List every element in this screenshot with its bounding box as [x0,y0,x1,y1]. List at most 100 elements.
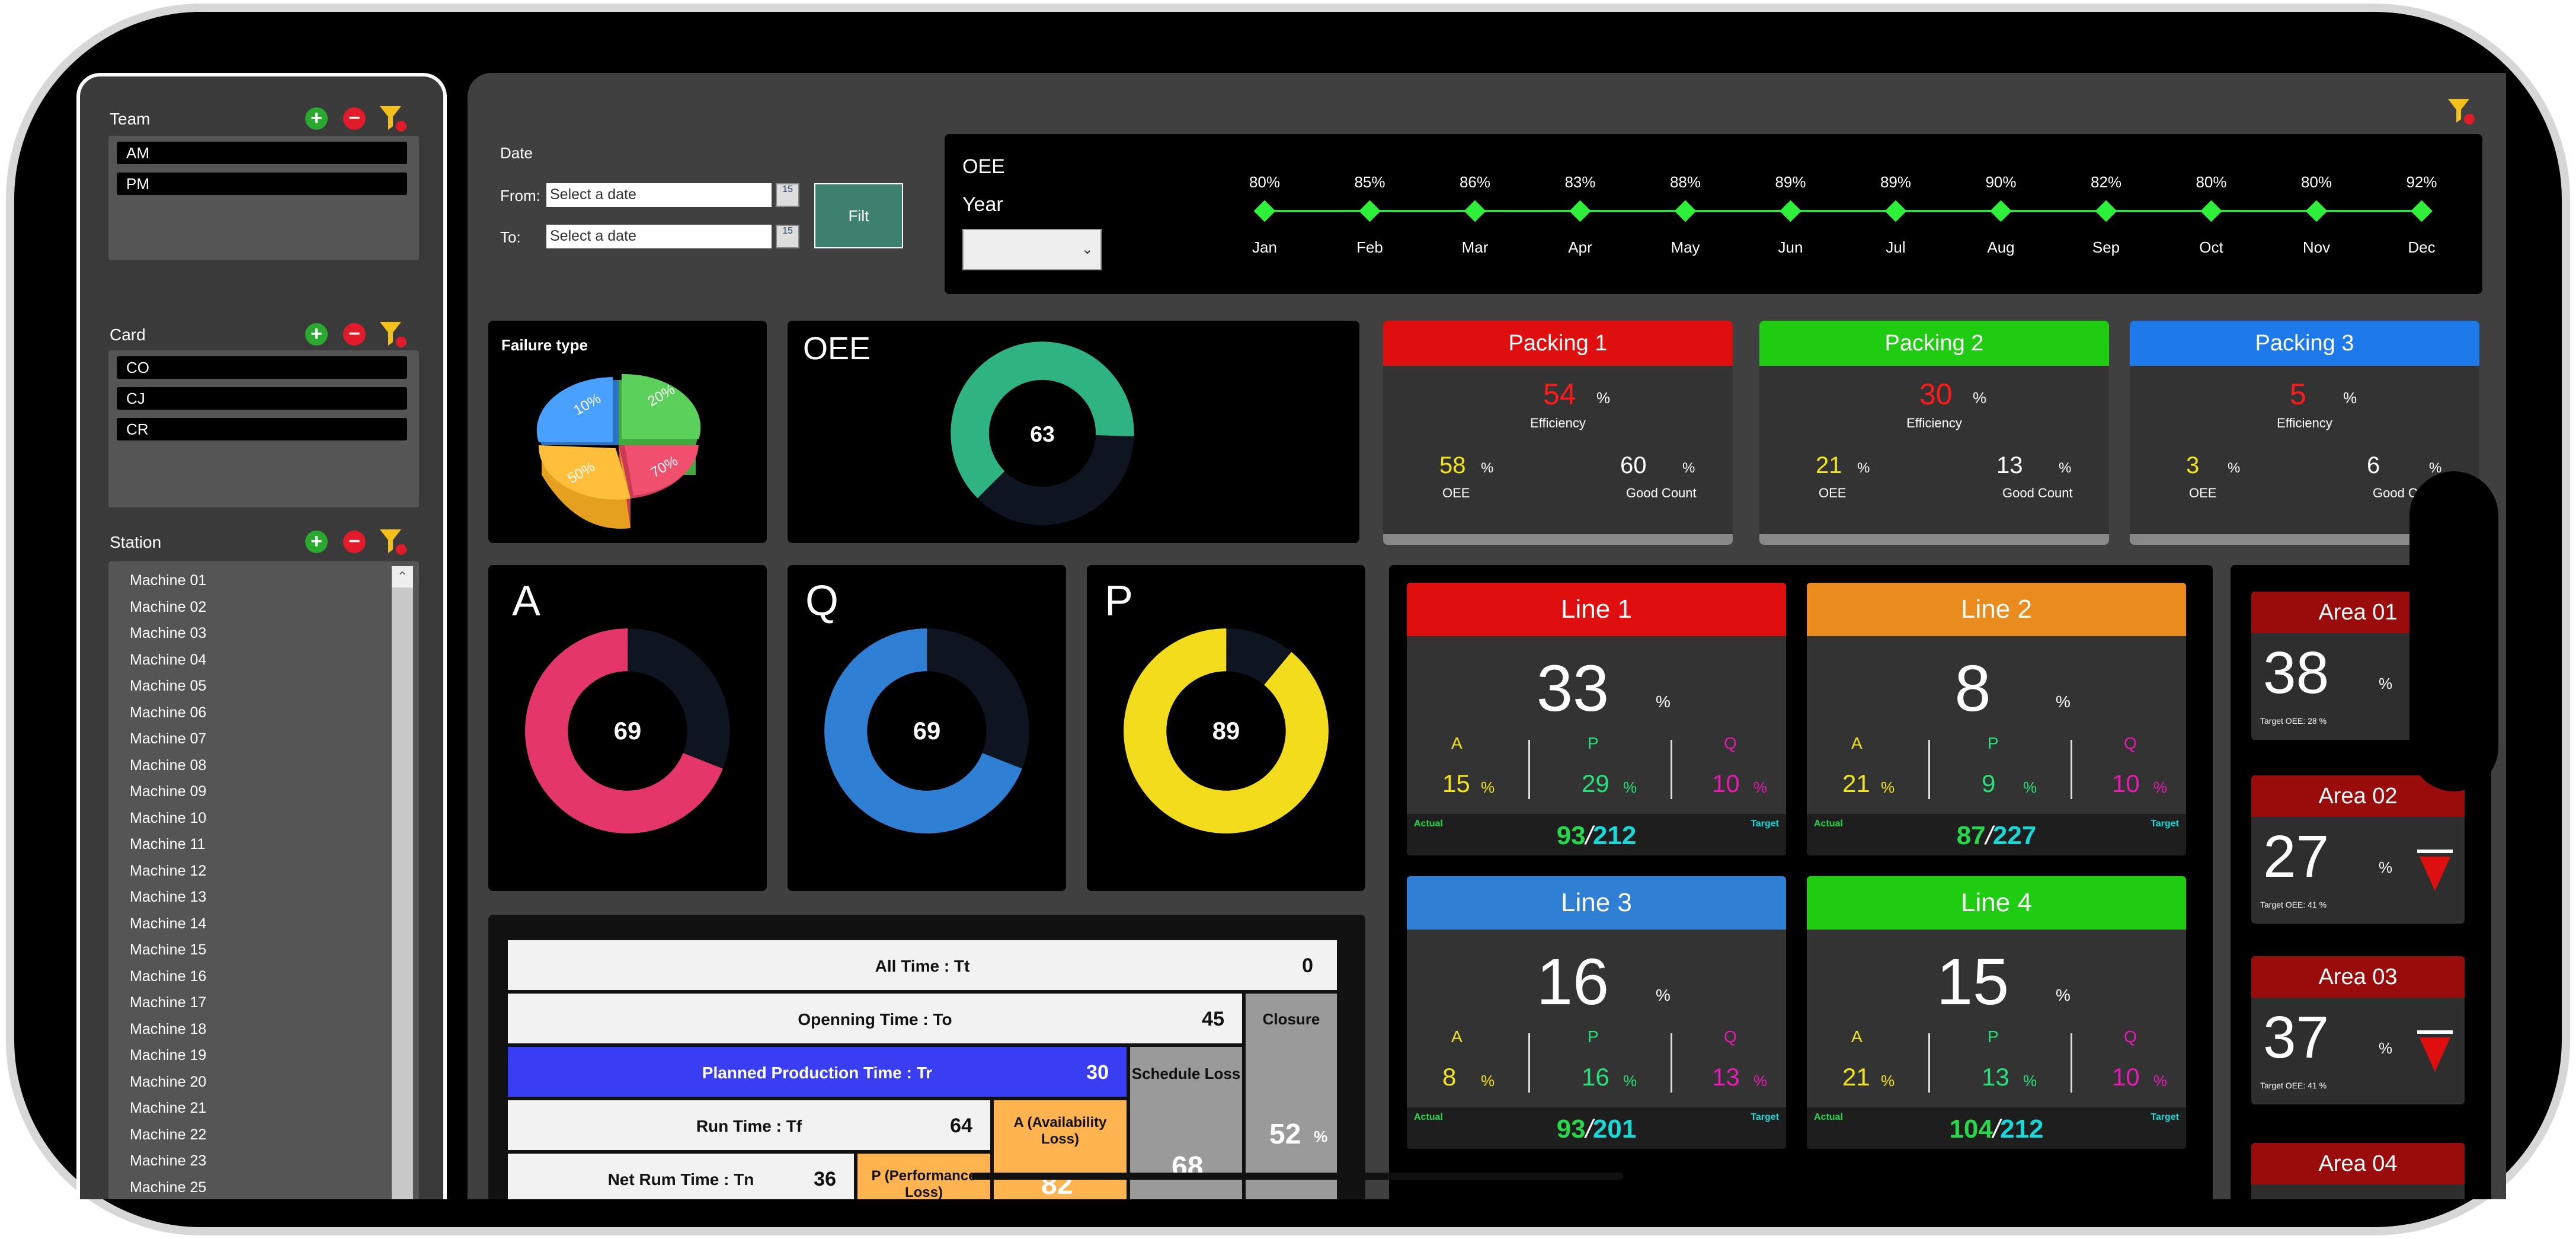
opening-time-bar: Openning Time : To 45 [506,992,1244,1045]
station-filter-icon[interactable] [379,528,407,555]
trend-value-label: 89% [1880,173,1911,191]
packing-good-label: Good Count [2002,486,2073,500]
line-card[interactable]: Line 2 8 % A P Q 21 % 9 % 10 % Actual Ta… [1807,583,2186,855]
station-scrollbar[interactable]: ⌃ [392,566,413,1199]
to-label: To: [500,228,521,246]
line-q-value: 10 [1712,769,1740,797]
station-item[interactable]: Machine 15 [130,941,206,959]
station-item[interactable]: Machine 07 [130,730,206,748]
station-item[interactable]: Machine 06 [130,704,206,721]
line-pct: % [1481,778,1495,796]
home-indicator[interactable] [971,1173,1623,1180]
card-add-button[interactable]: + [305,323,328,346]
station-item[interactable]: Machine 22 [130,1126,206,1144]
from-date-input[interactable]: Select a date [546,183,772,207]
year-select[interactable]: ⌄ [962,229,1102,270]
trend-down-icon [2417,1030,2453,1072]
from-calendar-icon[interactable]: 15 [776,183,799,207]
station-item[interactable]: Machine 25 [130,1179,206,1196]
station-item[interactable]: Machine 05 [130,678,206,695]
team-item-am[interactable]: AM [117,142,407,164]
team-add-button[interactable]: + [305,107,328,130]
card-item-cj[interactable]: CJ [117,387,407,410]
line-pct: % [1753,778,1768,796]
area-oee-value: 27 [2263,823,2329,890]
filter-button[interactable]: Filt [814,183,903,248]
trend-value-label: 92% [2406,173,2437,191]
line-p-value: 9 [1982,769,1996,797]
station-add-button[interactable]: + [305,531,328,553]
all-time-bar: All Time : Tt 0 [506,938,1339,992]
failure-type-panel: Failure type 10% 20% 50% 70% [488,321,767,543]
station-item[interactable]: Machine 01 [130,572,206,589]
line-card[interactable]: Line 3 16 % A P Q 8 % 16 % 13 % Actual T… [1407,876,1786,1149]
station-item[interactable]: Machine 10 [130,810,206,827]
closure-pct: % [1314,1128,1328,1145]
trend-value-label: 83% [1564,173,1595,191]
station-item[interactable]: Machine 16 [130,968,206,985]
trend-point [2305,200,2328,222]
card-item-cr[interactable]: CR [117,418,407,440]
station-item[interactable]: Machine 20 [130,1074,206,1091]
trend-value-label: 89% [1775,173,1806,191]
team-remove-button[interactable]: − [343,107,366,130]
station-item[interactable]: Machine 11 [130,836,205,853]
a-donut-panel: A 69 [488,565,767,891]
station-item[interactable]: Machine 09 [130,783,206,800]
station-item[interactable]: Machine 03 [130,625,206,642]
line-oee-value: 15 [1936,946,2009,1018]
trend-point [2095,200,2117,222]
packing-pct: % [1973,389,1987,407]
divider [1928,1033,1930,1093]
line-title: Line 1 [1407,583,1786,636]
card-list: CO CJ CR [108,350,419,507]
station-remove-button[interactable]: − [343,531,366,553]
to-calendar-icon[interactable]: 15 [776,225,799,248]
line-card[interactable]: Line 1 33 % A P Q 15 % 29 % 10 % Actual … [1407,583,1786,855]
line-pct: % [1623,778,1637,796]
closure-label: Closure [1262,1010,1320,1028]
line-actual-value: 87 [1956,821,1986,850]
main-filter-icon[interactable] [2447,98,2475,125]
packing-oee-label: OEE [1442,486,1470,500]
p-donut-chart: 89 [1124,628,1329,834]
pie-slice-20 [622,373,701,439]
station-item[interactable]: Machine 13 [130,889,206,906]
divider [1928,740,1930,799]
line-card[interactable]: Line 4 15 % A P Q 21 % 13 % 10 % Actual … [1807,876,2186,1149]
team-filter-icon[interactable] [379,105,407,132]
packing-pct: % [2059,460,2072,476]
station-item[interactable]: Machine 04 [130,652,206,669]
to-date-input[interactable]: Select a date [546,225,772,248]
station-item[interactable]: Machine 21 [130,1100,206,1117]
area-card[interactable]: Area 04 % [2251,1143,2465,1199]
station-item[interactable]: Machine 02 [130,599,206,616]
area-card[interactable]: Area 02 27 % Target OEE: 41 % [2251,775,2465,924]
donut-value: 89 [1212,717,1240,745]
station-item[interactable]: Machine 18 [130,1021,206,1038]
card-item-co[interactable]: CO [117,356,407,379]
packing-card[interactable]: Packing 1 54 % Efficiency 58 % OEE 60 % … [1383,321,1733,545]
line-pct: % [1753,1072,1768,1090]
line-target-value: 227 [1992,821,2037,850]
packing-card[interactable]: Packing 2 30 % Efficiency 21 % OEE 13 % … [1759,321,2109,545]
area-card[interactable]: Area 03 37 % Target OEE: 41 % [2251,956,2465,1104]
packing-pct: % [1682,460,1695,476]
opening-time-label: Openning Time : To [798,1010,952,1029]
packing-efficiency-label: Efficiency [1906,416,1962,430]
line-pct: % [1656,692,1671,711]
scroll-up-icon[interactable]: ⌃ [392,566,413,587]
station-item[interactable]: Machine 19 [130,1047,206,1064]
station-item[interactable]: Machine 08 [130,757,206,774]
card-remove-button[interactable]: − [343,323,366,346]
trend-point [1780,200,1801,222]
station-item[interactable]: Machine 17 [130,994,206,1011]
team-item-pm[interactable]: PM [117,173,407,195]
station-item[interactable]: Machine 12 [130,863,206,880]
line-p-label: P [1588,734,1599,752]
station-item[interactable]: Machine 23 [130,1152,206,1170]
line-slash: / [1985,821,1993,850]
card-filter-icon[interactable] [379,321,407,348]
station-item[interactable]: Machine 14 [130,915,206,933]
area-oee-value: 37 [2263,1004,2329,1071]
